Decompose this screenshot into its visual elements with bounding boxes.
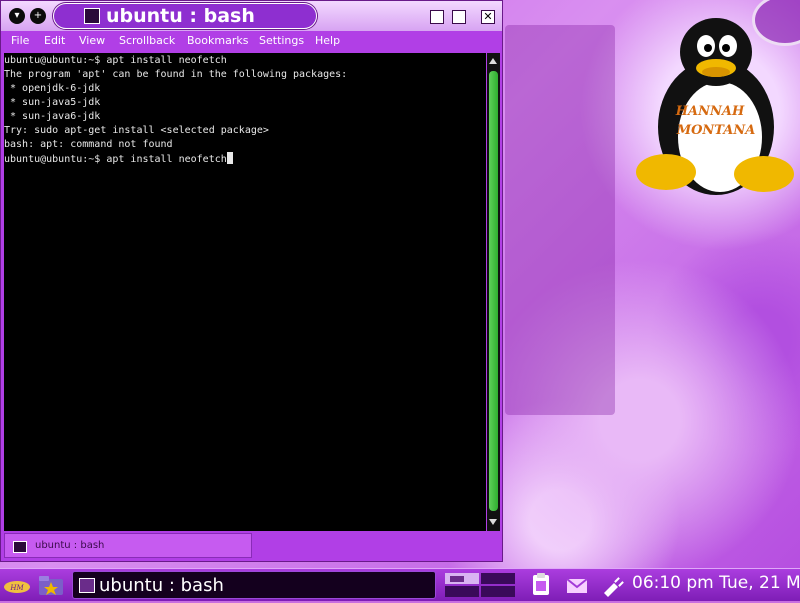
mail-icon[interactable] xyxy=(563,571,591,599)
terminal-icon xyxy=(13,541,27,553)
tab-ubuntu-bash[interactable]: ubuntu : bash xyxy=(4,533,252,558)
menu-file[interactable]: File xyxy=(11,34,29,47)
clock-time: 06:10 pm xyxy=(632,573,714,593)
scrollbar[interactable] xyxy=(487,53,500,531)
sticky-icon[interactable]: + xyxy=(30,8,46,24)
terminal-line: The program 'apt' can be found in the fo… xyxy=(4,69,348,80)
tux-logo: HANNAH MONTANA xyxy=(636,18,794,195)
menu-bookmarks[interactable]: Bookmarks xyxy=(187,34,248,47)
menu-settings[interactable]: Settings xyxy=(259,34,304,47)
close-icon[interactable]: ✕ xyxy=(481,10,495,24)
terminal-window[interactable]: ▾ + ubuntu : bash ✕ File Edit View Scrol… xyxy=(0,0,503,562)
taskbar-button-label: ubuntu : bash xyxy=(99,575,224,596)
taskbar: HM ubuntu : bash 06:10 pm Tue, 21 Mar xyxy=(0,568,800,601)
title-pill: ubuntu : bash xyxy=(53,3,317,29)
terminal-line: * sun-java5-jdk xyxy=(4,97,101,108)
desktop-panel xyxy=(505,25,615,415)
terminal-output[interactable]: ubuntu@ubuntu:~$ apt install neofetch Th… xyxy=(4,53,486,531)
scroll-down-icon[interactable] xyxy=(489,519,497,525)
terminal-line: Try: sudo apt-get install <selected pack… xyxy=(4,125,269,136)
tab-label: ubuntu : bash xyxy=(35,540,105,551)
start-menu-icon[interactable]: HM xyxy=(3,571,31,599)
tux-badge-line2: MONTANA xyxy=(676,123,756,138)
titlebar[interactable]: ▾ + ubuntu : bash ✕ xyxy=(1,1,502,31)
terminal-prompt-line: ubuntu@ubuntu:~$ apt install neofetch xyxy=(4,152,486,166)
terminal-cursor xyxy=(226,152,233,164)
klipper-icon[interactable] xyxy=(527,571,555,599)
scroll-thumb[interactable] xyxy=(489,71,498,511)
menu-help[interactable]: Help xyxy=(315,34,340,47)
scroll-up-icon[interactable] xyxy=(489,58,497,64)
terminal-line: ubuntu@ubuntu:~$ apt install neofetch xyxy=(4,55,227,66)
home-folder-icon[interactable] xyxy=(36,571,66,599)
menubar: File Edit View Scrollback Bookmarks Sett… xyxy=(1,31,502,51)
menu-view[interactable]: View xyxy=(79,34,105,47)
prompt-text: ubuntu@ubuntu:~$ apt install neofetch xyxy=(4,154,227,165)
terminal-icon xyxy=(84,8,100,24)
maximize-icon[interactable] xyxy=(452,10,466,24)
window-title: ubuntu : bash xyxy=(106,5,255,27)
taskbar-button-terminal[interactable]: ubuntu : bash xyxy=(72,571,436,599)
clock-date: Tue, 21 Mar xyxy=(719,573,800,593)
menu-scrollback[interactable]: Scrollback xyxy=(119,34,175,47)
plug-icon[interactable] xyxy=(598,571,626,599)
minimize-icon[interactable] xyxy=(430,10,444,24)
terminal-line: * openjdk-6-jdk xyxy=(4,83,101,94)
terminal-line: bash: apt: command not found xyxy=(4,139,173,150)
pager-icon[interactable] xyxy=(444,571,518,599)
clock[interactable]: 06:10 pm Tue, 21 Mar xyxy=(632,573,800,593)
menu-edit[interactable]: Edit xyxy=(44,34,65,47)
tab-bar: ubuntu : bash xyxy=(4,533,500,559)
terminal-line: * sun-java6-jdk xyxy=(4,111,101,122)
svg-text:HM: HM xyxy=(9,584,24,592)
tux-badge-line1: HANNAH xyxy=(675,104,745,119)
terminal-icon xyxy=(79,578,95,593)
window-menu-icon[interactable]: ▾ xyxy=(9,8,25,24)
